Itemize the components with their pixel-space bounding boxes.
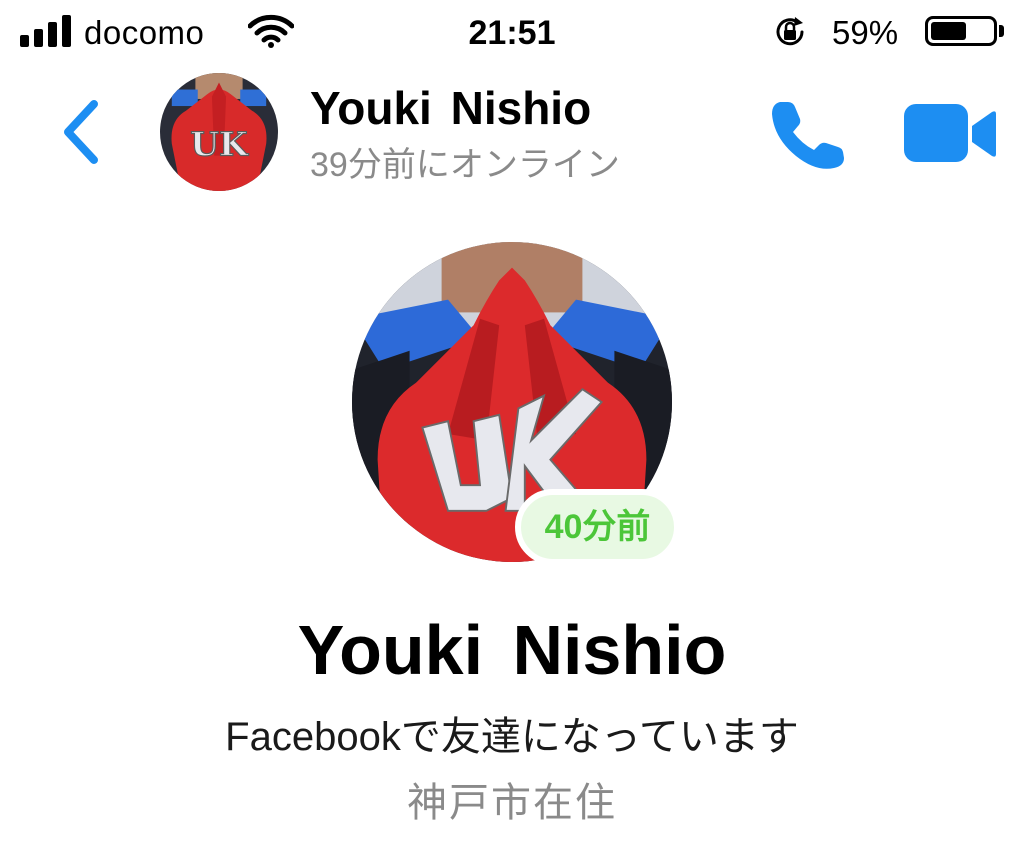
chevron-left-icon[interactable]	[52, 92, 112, 172]
avatar-image: UK	[160, 73, 278, 191]
header-contact-name[interactable]: Youki Nishio	[310, 80, 591, 136]
friend-status-text: Facebookで友達になっています	[225, 715, 799, 759]
location-text: 神戸市在住	[407, 781, 617, 825]
svg-text:UK: UK	[190, 125, 249, 164]
phone-icon[interactable]	[764, 94, 850, 174]
profile-name: Youki Nishio	[297, 611, 727, 689]
battery-fill	[931, 22, 966, 40]
video-camera-icon[interactable]	[898, 98, 998, 170]
orientation-lock-icon	[776, 17, 804, 46]
battery-percent: 59%	[832, 14, 899, 51]
header-online-status: 39分前にオンライン	[310, 146, 620, 184]
status-bar: docomo 21:51 59%	[0, 0, 1024, 66]
battery-nub	[999, 25, 1004, 37]
battery-icon	[925, 16, 997, 46]
messenger-conversation-screen: docomo 21:51 59% UK Youki Nishio 39分前にオン…	[0, 0, 1024, 856]
last-active-badge: 40分前	[515, 489, 680, 565]
header-avatar[interactable]: UK	[160, 73, 278, 191]
